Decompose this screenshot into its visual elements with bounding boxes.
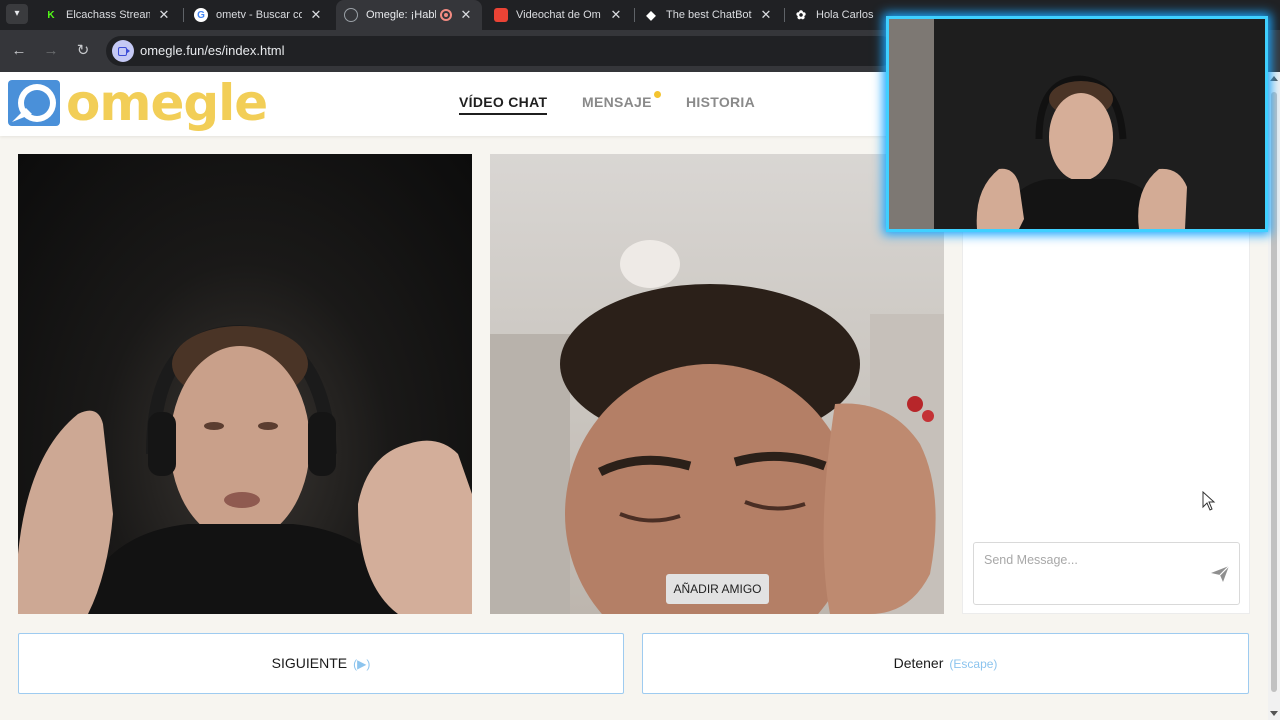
- scroll-up-arrow-icon[interactable]: [1270, 76, 1278, 81]
- next-button-label: SIGUIENTE: [271, 655, 348, 671]
- remote-video-feed: [490, 240, 944, 614]
- scroll-down-arrow-icon[interactable]: [1270, 711, 1278, 716]
- tab-separator: [634, 8, 635, 22]
- add-friend-button[interactable]: AÑADIR AMIGO: [666, 574, 769, 604]
- tab-chatbot[interactable]: ◆ The best ChatBot ✕: [636, 0, 782, 30]
- message-box[interactable]: [973, 542, 1240, 605]
- tab-separator: [183, 8, 184, 22]
- close-icon[interactable]: ✕: [608, 7, 624, 23]
- remote-video: AÑADIR AMIGO: [490, 154, 944, 614]
- tab-omegle[interactable]: Omegle: ¡Habl ✕: [336, 0, 482, 30]
- local-video-feed: [18, 324, 472, 614]
- next-button[interactable]: SIGUIENTE (▶): [18, 633, 624, 694]
- send-icon[interactable]: [1210, 565, 1230, 583]
- local-video: [18, 154, 472, 614]
- tab-videochat-1[interactable]: Videochat de Om ✕: [486, 0, 632, 30]
- tab-elcachass-stream[interactable]: K Elcachass Stream - ✕: [36, 0, 180, 30]
- tab-ometv-search[interactable]: G ometv - Buscar co ✕: [186, 0, 332, 30]
- tab-separator: [784, 8, 785, 22]
- page-scrollbar[interactable]: [1268, 72, 1280, 720]
- close-icon[interactable]: ✕: [308, 7, 324, 23]
- reload-icon[interactable]: ↻: [72, 40, 94, 62]
- tab-title: Omegle: ¡Habl: [366, 9, 436, 21]
- tab-title: Videochat de Om: [516, 9, 601, 21]
- tab-search-button[interactable]: ▾: [6, 4, 28, 24]
- back-arrow-icon[interactable]: ←: [8, 40, 30, 62]
- tab-title: The best ChatBot: [666, 9, 752, 21]
- logo-text[interactable]: omegle: [66, 74, 268, 132]
- streamer-webcam-overlay: [886, 16, 1268, 232]
- stop-button[interactable]: Detener (Escape): [642, 633, 1249, 694]
- tab-title: ometv - Buscar co: [216, 9, 302, 21]
- video-icon: [494, 8, 508, 22]
- recording-icon: [440, 9, 452, 21]
- stop-shortcut-hint: (Escape): [949, 657, 998, 671]
- notification-dot: [653, 91, 661, 98]
- openai-icon: ✿: [795, 8, 807, 22]
- google-icon: G: [194, 8, 208, 22]
- close-icon[interactable]: ✕: [458, 7, 474, 23]
- forward-arrow-icon[interactable]: →: [40, 40, 62, 62]
- site-info-icon[interactable]: [112, 40, 134, 62]
- message-input[interactable]: [984, 553, 1204, 567]
- nav-video-chat[interactable]: VÍDEO CHAT: [459, 94, 548, 115]
- kick-icon: K: [47, 9, 55, 21]
- address-bar[interactable]: omegle.fun/es/index.html: [106, 36, 896, 66]
- nav-historia[interactable]: HISTORIA: [686, 94, 755, 110]
- tab-hola-carlos[interactable]: ✿ Hola Carlos: [786, 0, 896, 30]
- omegle-logo-icon[interactable]: [8, 78, 62, 128]
- scroll-thumb[interactable]: [1271, 92, 1277, 692]
- tab-title: Elcachass Stream -: [66, 9, 150, 21]
- nav-mensaje-label: MENSAJE: [582, 94, 652, 110]
- globe-icon: [344, 8, 358, 22]
- stop-button-label: Detener: [893, 655, 944, 671]
- close-icon[interactable]: ✕: [156, 7, 172, 23]
- url-text: omegle.fun/es/index.html: [140, 43, 285, 58]
- next-shortcut-hint: (▶): [353, 657, 371, 671]
- streamer-webcam-feed: [889, 19, 1265, 229]
- close-icon[interactable]: ✕: [758, 7, 774, 23]
- tab-title: Hola Carlos: [816, 9, 874, 21]
- mouse-cursor-icon: [1202, 491, 1216, 511]
- nav-mensaje[interactable]: MENSAJE: [582, 91, 661, 110]
- chatbot-icon: ◆: [646, 8, 656, 22]
